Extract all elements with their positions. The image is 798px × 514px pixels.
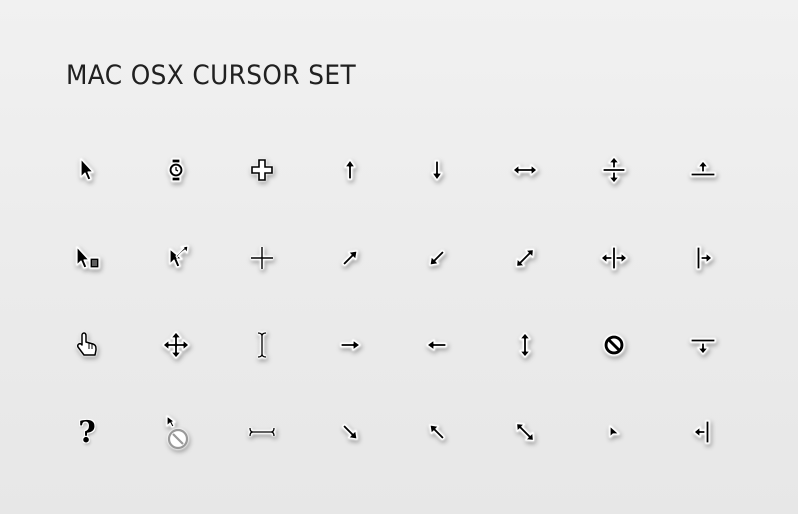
move-icon: [156, 325, 196, 365]
resize-northwest-southeast-icon: [505, 412, 545, 452]
watch-busy-icon: [156, 150, 196, 190]
resize-up-edge-icon-graphic: [690, 160, 716, 177]
arrow-pointer-icon-graphic: [80, 158, 94, 181]
resize-northeast-southwest-icon-graphic: [515, 248, 535, 268]
arrow-down-icon: [417, 150, 457, 190]
arrow-context-menu-icon: [67, 238, 107, 278]
thick-crosshair-icon: [242, 150, 282, 190]
help-icon: ?: [67, 412, 107, 452]
resize-northwest-southeast-icon-graphic: [515, 422, 535, 442]
resize-up-down-icon: [505, 325, 545, 365]
alias-arrow-icon-graphic: [169, 245, 189, 268]
resize-left-right-icon-graphic: [512, 164, 538, 176]
thick-crosshair-icon-graphic: [251, 159, 273, 181]
resize-left-edge-icon: [683, 412, 723, 452]
thin-crosshair-icon-graphic: [251, 247, 273, 269]
small-arrow-icon: [594, 412, 634, 452]
not-allowed-icon: [594, 325, 634, 365]
resize-right-edge-icon: [683, 238, 723, 278]
resize-down-edge-icon-graphic: [690, 338, 716, 355]
vertical-i-beam-icon: [242, 412, 282, 452]
vertical-i-beam-icon-graphic: [248, 427, 276, 437]
arrow-up-icon: [330, 150, 370, 190]
not-allowed-icon-graphic: [603, 334, 625, 356]
resize-down-edge-icon: [683, 325, 723, 365]
watch-busy-icon-graphic: [168, 158, 184, 182]
arrow-pointer-icon: [67, 150, 107, 190]
resize-left-right-icon: [505, 150, 545, 190]
pointing-hand-icon-graphic: [77, 332, 97, 356]
i-beam-icon-graphic: [257, 331, 267, 359]
arrow-context-menu-icon-graphic: [76, 246, 100, 269]
resize-up-down-split-icon-graphic: [602, 156, 626, 184]
small-arrow-icon-graphic: [609, 425, 620, 438]
pointing-hand-icon: [67, 325, 107, 365]
move-icon-graphic: [162, 331, 190, 359]
arrow-southeast-icon: [330, 412, 370, 452]
arrow-northwest-icon: [417, 412, 457, 452]
arrow-left-icon: [417, 325, 457, 365]
resize-left-right-split-icon: [594, 238, 634, 278]
i-beam-icon: [242, 325, 282, 365]
arrow-not-allowed-icon: [156, 412, 196, 452]
resize-left-right-split-icon-graphic: [600, 246, 628, 270]
arrow-southwest-icon-graphic: [429, 249, 446, 266]
arrow-not-allowed-icon-graphic: [166, 415, 189, 450]
arrow-southwest-icon: [417, 238, 457, 278]
resize-left-edge-icon-graphic: [693, 420, 710, 444]
help-glyph: ?: [78, 414, 96, 450]
page-title: MAC OSX CURSOR SET: [66, 60, 356, 91]
arrow-down-icon-graphic: [431, 160, 443, 181]
resize-up-down-split-icon: [594, 150, 634, 190]
resize-right-edge-icon-graphic: [696, 246, 713, 270]
resize-up-edge-icon: [683, 150, 723, 190]
arrow-northeast-icon: [330, 238, 370, 278]
arrow-up-icon-graphic: [344, 159, 356, 180]
arrow-northwest-icon-graphic: [429, 424, 446, 441]
alias-arrow-icon: [156, 238, 196, 278]
arrow-right-icon: [330, 325, 370, 365]
resize-up-down-icon-graphic: [519, 332, 531, 358]
arrow-left-icon-graphic: [426, 339, 447, 351]
arrow-northeast-icon-graphic: [341, 250, 358, 267]
arrow-right-icon-graphic: [340, 339, 361, 351]
resize-northeast-southwest-icon: [505, 238, 545, 278]
thin-crosshair-icon: [242, 238, 282, 278]
arrow-southeast-icon-graphic: [341, 423, 358, 440]
